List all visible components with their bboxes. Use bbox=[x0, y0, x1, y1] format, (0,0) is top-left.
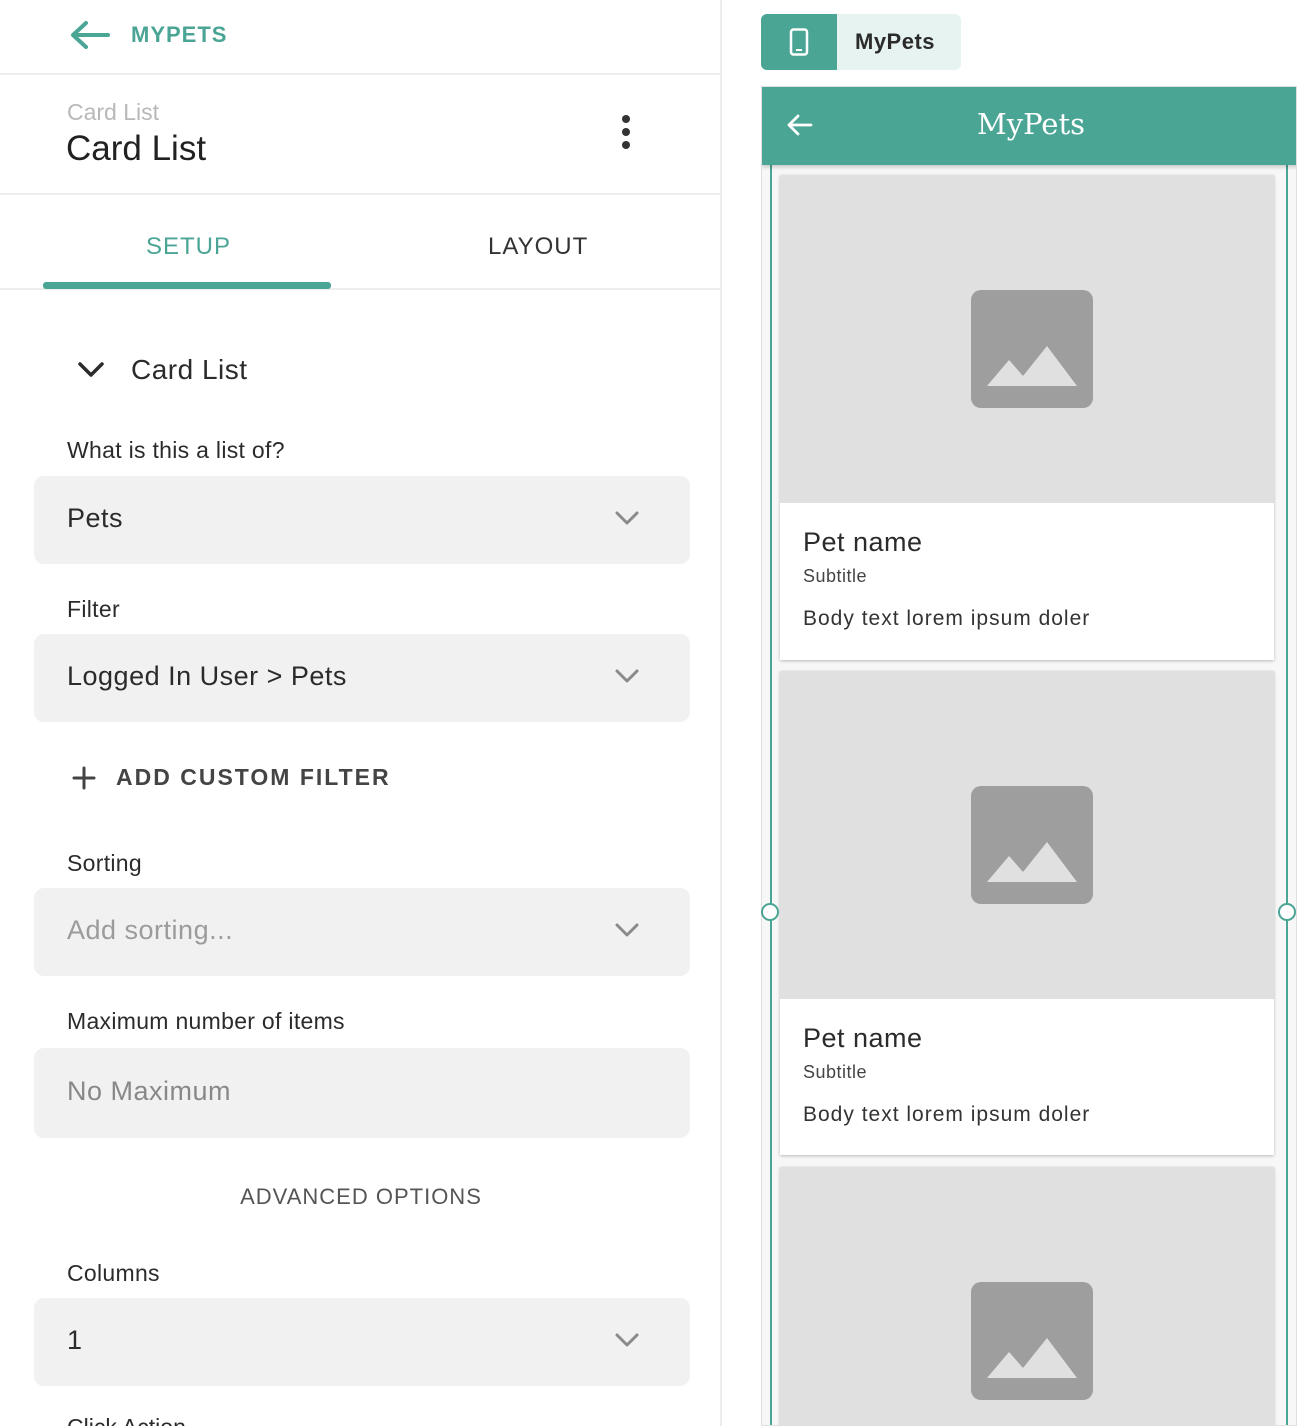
preview-panel: MyPets MyPets Pet name Subtitle Body tex… bbox=[724, 0, 1310, 1426]
card-body: Body text lorem ipsum doler bbox=[803, 1103, 1091, 1126]
back-label[interactable]: MYPETS bbox=[131, 22, 227, 48]
list-of-label: What is this a list of? bbox=[67, 437, 285, 463]
add-custom-filter-label: ADD CUSTOM FILTER bbox=[116, 764, 391, 790]
chevron-down-icon bbox=[615, 511, 639, 525]
component-type-label: Card List bbox=[67, 99, 160, 125]
device-toggle[interactable]: MyPets bbox=[761, 14, 961, 70]
chevron-down-icon[interactable] bbox=[74, 355, 108, 385]
image-placeholder-icon bbox=[971, 290, 1093, 408]
chevron-down-icon bbox=[615, 669, 639, 683]
list-of-value: Pets bbox=[67, 503, 124, 533]
properties-panel: MYPETS Card List Card List SETUP LAYOUT … bbox=[0, 0, 722, 1426]
card-subtitle: Subtitle bbox=[803, 566, 868, 586]
card-subtitle: Subtitle bbox=[803, 1062, 868, 1082]
list-card[interactable]: Pet name Subtitle Body text lorem ipsum … bbox=[780, 175, 1274, 660]
tab-layout[interactable]: LAYOUT bbox=[488, 233, 588, 261]
max-items-label: Maximum number of items bbox=[67, 1008, 345, 1034]
component-header: Card List Card List bbox=[0, 77, 720, 195]
columns-label: Columns bbox=[67, 1260, 160, 1286]
phone-icon bbox=[789, 28, 809, 56]
back-nav[interactable]: MYPETS bbox=[0, 0, 720, 75]
list-of-select[interactable]: Pets bbox=[34, 476, 690, 564]
active-tab-indicator bbox=[43, 282, 331, 289]
resize-handle-right[interactable] bbox=[1278, 903, 1296, 921]
image-placeholder-icon bbox=[971, 1282, 1093, 1400]
sorting-placeholder: Add sorting... bbox=[67, 915, 234, 945]
filter-value: Logged In User > Pets bbox=[67, 661, 347, 691]
component-title[interactable]: Card List bbox=[66, 129, 206, 169]
card-body: Body text lorem ipsum doler bbox=[803, 607, 1091, 630]
tab-setup[interactable]: SETUP bbox=[146, 233, 231, 261]
filter-select[interactable]: Logged In User > Pets bbox=[34, 634, 690, 722]
card-image bbox=[780, 671, 1274, 999]
columns-value: 1 bbox=[67, 1325, 83, 1355]
advanced-options-toggle[interactable]: ADVANCED OPTIONS bbox=[0, 1184, 720, 1210]
list-card[interactable] bbox=[780, 1167, 1274, 1425]
max-items-input[interactable]: No Maximum bbox=[34, 1048, 690, 1138]
card-title: Pet name bbox=[803, 527, 923, 557]
list-card[interactable]: Pet name Subtitle Body text lorem ipsum … bbox=[780, 671, 1274, 1155]
mobile-device-button[interactable] bbox=[761, 14, 837, 70]
more-vert-icon[interactable] bbox=[612, 115, 640, 155]
card-image bbox=[780, 175, 1274, 503]
resize-handle-left[interactable] bbox=[761, 903, 779, 921]
chevron-down-icon bbox=[615, 1333, 639, 1347]
card-title: Pet name bbox=[803, 1023, 923, 1053]
section-title[interactable]: Card List bbox=[131, 354, 248, 386]
chevron-down-icon bbox=[615, 923, 639, 937]
app-bar: MyPets bbox=[762, 87, 1296, 165]
click-action-label: Click Action bbox=[67, 1414, 186, 1426]
filter-label: Filter bbox=[67, 596, 120, 622]
app-name-label: MyPets bbox=[855, 29, 936, 54]
plus-icon bbox=[72, 766, 96, 790]
max-items-placeholder: No Maximum bbox=[67, 1076, 232, 1106]
tab-bar: SETUP LAYOUT bbox=[0, 197, 720, 290]
columns-select[interactable]: 1 bbox=[34, 1298, 690, 1386]
sorting-label: Sorting bbox=[67, 850, 142, 876]
app-bar-title: MyPets bbox=[977, 107, 1085, 141]
card-image bbox=[780, 1167, 1274, 1425]
app-preview: MyPets Pet name Subtitle Body text lorem… bbox=[761, 86, 1297, 1426]
sorting-select[interactable]: Add sorting... bbox=[34, 888, 690, 976]
back-arrow-icon[interactable] bbox=[68, 18, 112, 52]
image-placeholder-icon bbox=[971, 786, 1093, 904]
